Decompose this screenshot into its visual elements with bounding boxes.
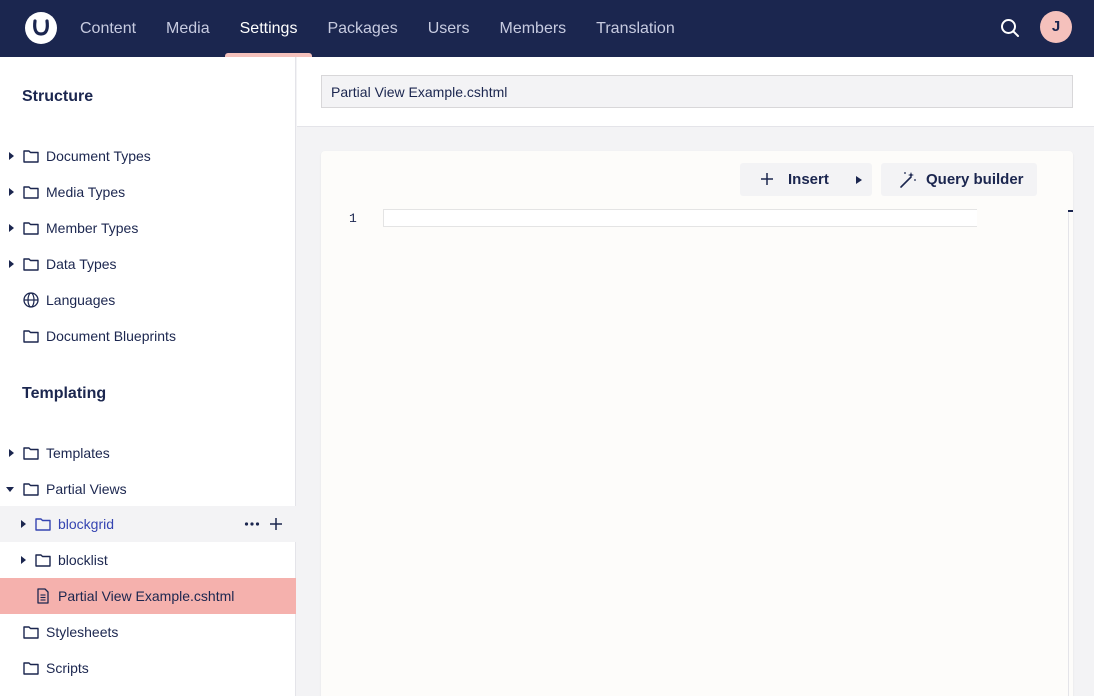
user-avatar[interactable]: J	[1040, 11, 1072, 43]
tree-item-media-types[interactable]: Media Types	[0, 174, 296, 210]
tree-item-templates[interactable]: Templates	[0, 435, 296, 471]
tree-item-document-types[interactable]: Document Types	[0, 138, 296, 174]
tree-item-partial-views[interactable]: Partial Views	[0, 471, 296, 507]
folder-icon	[23, 662, 39, 675]
main-nav: Content Media Settings Packages Users Me…	[65, 0, 690, 57]
plus-icon[interactable]	[268, 514, 284, 534]
tree-item-label: Data Types	[46, 256, 117, 272]
structure-heading: Structure	[22, 88, 94, 105]
document-icon	[37, 588, 49, 604]
query-builder-label: Query builder	[926, 171, 1024, 188]
folder-icon	[23, 258, 39, 271]
umbraco-logo-icon[interactable]	[25, 12, 57, 44]
magic-wand-icon	[900, 172, 916, 188]
code-editor-panel: Insert Query builder 1	[321, 151, 1073, 696]
nav-media[interactable]: Media	[151, 0, 225, 57]
tree-item-label: Document Blueprints	[46, 328, 176, 344]
main-workspace: Insert Query builder 1	[297, 57, 1094, 696]
globe-icon	[23, 292, 39, 308]
nav-members[interactable]: Members	[484, 0, 581, 57]
caret-right-icon[interactable]	[6, 151, 16, 161]
tree-item-partial-view-example[interactable]: Partial View Example.cshtml	[0, 578, 296, 614]
caret-right-icon[interactable]	[6, 187, 16, 197]
templating-heading: Templating	[22, 385, 107, 402]
folder-icon	[35, 518, 51, 531]
folder-icon	[23, 447, 39, 460]
nav-translation[interactable]: Translation	[581, 0, 690, 57]
row-actions	[244, 514, 284, 534]
nav-users[interactable]: Users	[413, 0, 485, 57]
caret-right-icon[interactable]	[6, 223, 16, 233]
caret-right-icon	[856, 176, 862, 184]
tree-item-stylesheets[interactable]: Stylesheets	[0, 614, 296, 650]
folder-icon	[35, 554, 51, 567]
tree-item-label: blockgrid	[58, 516, 115, 532]
editor-scrollbar[interactable]	[1068, 210, 1069, 696]
caret-down-icon[interactable]	[5, 484, 15, 494]
folder-icon	[23, 186, 39, 199]
tree-item-label: Partial View Example.cshtml	[58, 588, 235, 604]
tree-item-blockgrid[interactable]: blockgrid	[0, 506, 296, 542]
tree-item-label: Languages	[46, 292, 116, 308]
insert-button[interactable]: Insert	[740, 163, 872, 196]
tree-item-label: Media Types	[46, 184, 126, 200]
folder-icon	[23, 150, 39, 163]
top-navigation-bar: Content Media Settings Packages Users Me…	[0, 0, 1094, 57]
tree-item-label: Templates	[46, 445, 110, 461]
tree-item-languages[interactable]: Languages	[0, 282, 296, 318]
caret-right-icon[interactable]	[6, 448, 16, 458]
tree-item-data-types[interactable]: Data Types	[0, 246, 296, 282]
editor-scroll-marker	[1068, 210, 1073, 212]
caret-right-icon[interactable]	[18, 555, 28, 565]
plus-icon	[761, 173, 773, 185]
nav-packages[interactable]: Packages	[312, 0, 412, 57]
folder-icon	[23, 483, 39, 496]
folder-icon	[23, 626, 39, 639]
line-number: 1	[349, 211, 357, 226]
query-builder-button[interactable]: Query builder	[881, 163, 1037, 196]
tree-item-label: Partial Views	[46, 481, 127, 497]
folder-icon	[23, 330, 39, 343]
tree-item-label: blocklist	[58, 552, 108, 568]
tree-item-scripts[interactable]: Scripts	[0, 650, 296, 686]
caret-right-icon[interactable]	[6, 259, 16, 269]
search-icon[interactable]	[998, 16, 1022, 40]
settings-sidebar: Structure Document Types Media Types Mem…	[0, 57, 296, 696]
tree-item-blocklist[interactable]: blocklist	[0, 542, 296, 578]
file-name-input[interactable]	[321, 75, 1073, 108]
caret-right-icon[interactable]	[18, 519, 28, 529]
editor-header	[297, 57, 1094, 127]
more-icon[interactable]	[244, 514, 260, 534]
nav-content[interactable]: Content	[65, 0, 151, 57]
nav-settings[interactable]: Settings	[224, 0, 313, 57]
tree-item-member-types[interactable]: Member Types	[0, 210, 296, 246]
tree-item-label: Scripts	[46, 660, 89, 676]
code-editor-line[interactable]	[383, 209, 977, 227]
tree-item-label: Member Types	[46, 220, 139, 236]
insert-label: Insert	[788, 171, 829, 188]
tree-item-label: Stylesheets	[46, 624, 119, 640]
folder-icon	[23, 222, 39, 235]
tree-item-label: Document Types	[46, 148, 151, 164]
tree-item-document-blueprints[interactable]: Document Blueprints	[0, 318, 296, 354]
